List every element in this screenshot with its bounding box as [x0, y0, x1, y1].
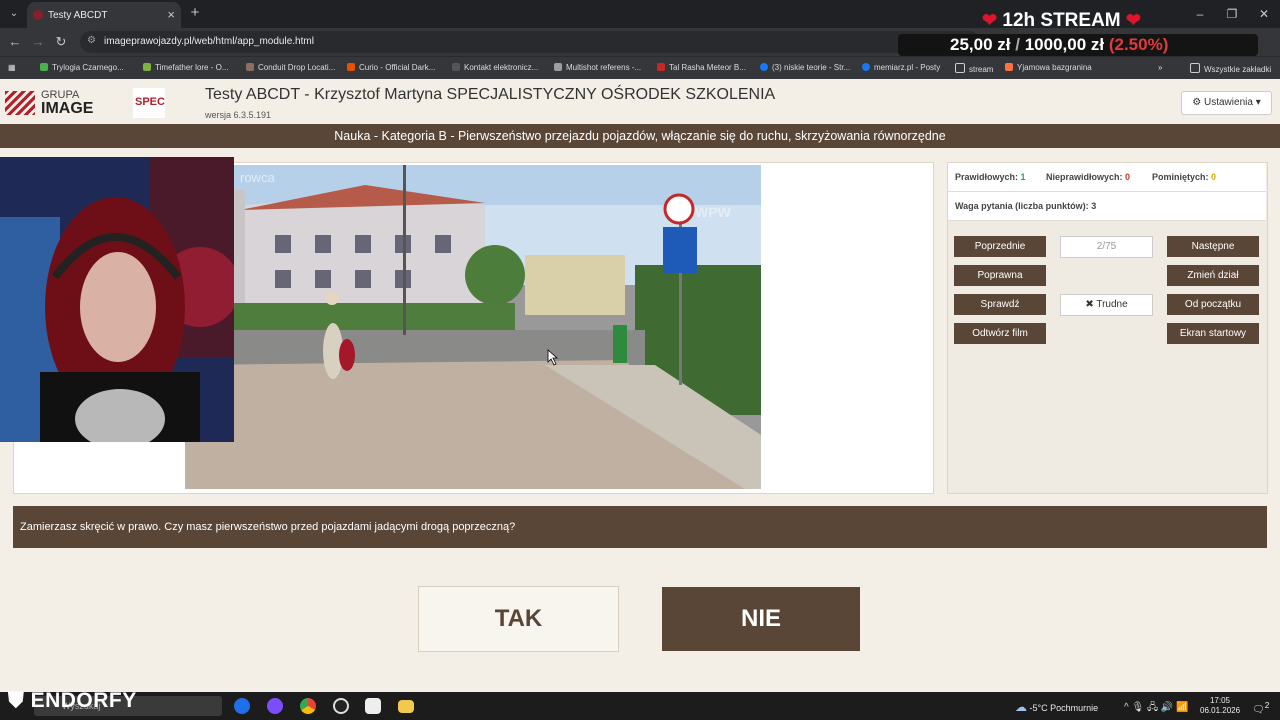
street-scene: rowca WPW [185, 165, 761, 489]
bookmark-favicon-icon [40, 63, 48, 71]
obs-icon[interactable] [333, 698, 349, 714]
cloud-icon: ☁ [1015, 700, 1027, 714]
question-text: Zamierzasz skręcić w prawo. Czy masz pie… [20, 521, 516, 533]
bookmark-favicon-icon [143, 63, 151, 71]
gears-icon: ⚙ [1192, 97, 1202, 108]
chevron-up-icon[interactable]: ^ [1124, 702, 1129, 713]
watermark-right: WPW [695, 204, 732, 220]
tab-title: Testy ABCDT [48, 10, 108, 21]
page-title: Testy ABCDT - Krzysztof Martyna SPECJALI… [205, 86, 776, 103]
new-tab-icon[interactable]: + [186, 4, 204, 22]
volume-icon[interactable]: 🔊 [1161, 702, 1173, 713]
play-film-button[interactable]: Odtwórz film [954, 323, 1046, 344]
previous-button[interactable]: Poprzednie [954, 236, 1046, 257]
tab-close-icon[interactable]: × [167, 7, 175, 22]
wifi-icon[interactable]: 📶 [1176, 702, 1188, 713]
stream-overlay: ❤ 12h STREAM ❤ 25,00 zł / 1000,00 zł (2.… [890, 4, 1280, 56]
taskbar-app-icon[interactable] [267, 698, 283, 714]
grupa-image-logo: GRUPA IMAGE [5, 89, 105, 119]
clock[interactable]: 17:05 06.01.2026 [1200, 696, 1240, 716]
caret-down-icon: ▾ [1255, 97, 1261, 108]
heart-icon: ❤ [1125, 10, 1141, 30]
category-bar: Nauka - Kategoria B - Pierwszeństwo prze… [0, 124, 1280, 148]
bookmark-item[interactable]: Yjamowa bazgranina [1005, 63, 1092, 72]
microphone-icon[interactable]: 🎙 [1131, 702, 1144, 713]
logo-text-bottom: IMAGE [41, 100, 94, 117]
bookmark-favicon-icon [246, 63, 254, 71]
bookmarks-bar: ▦ Trylogia Czarnego... Timefather lore -… [0, 56, 1280, 79]
tab-favicon-icon [33, 10, 43, 20]
bookmark-item[interactable]: Multishot referens -... [554, 63, 641, 72]
question-image: rowca WPW [185, 165, 761, 489]
system-tray: ^ 🎙 🖧 🔊 📶 [1124, 700, 1189, 717]
bookmark-favicon-icon [1005, 63, 1013, 71]
question-bar: Zamierzasz skręcić w prawo. Czy masz pie… [13, 506, 1267, 548]
notifications-icon[interactable]: 🗨2 [1252, 700, 1269, 715]
site-info-icon[interactable]: ⚙ [87, 35, 96, 46]
x-icon: ✖ [1085, 299, 1094, 310]
bookmark-item[interactable]: Kontakt elektronicz... [452, 63, 538, 72]
answer-no-button[interactable]: NIE [662, 587, 860, 651]
network-icon[interactable]: 🖧 [1147, 702, 1158, 713]
bookmark-favicon-icon [554, 63, 562, 71]
spec-logo: SPEC [133, 88, 165, 118]
bookmark-favicon-icon [657, 63, 665, 71]
question-counter: 2/75 [1060, 236, 1153, 258]
logo-stripes-icon [5, 91, 35, 115]
weather-widget[interactable]: ☁ -5°C Pochmurnie [1015, 700, 1098, 714]
from-start-button[interactable]: Od początku [1167, 294, 1259, 315]
bookmark-item[interactable]: Curio - Official Dark... [347, 63, 435, 72]
stream-title: ❤ 12h STREAM ❤ [982, 10, 1141, 31]
bookmark-item[interactable]: (3) niskie teorie - Str... [760, 63, 850, 72]
bookmark-item[interactable]: Conduit Drop Locati... [246, 63, 335, 72]
address-url: imageprawojazdy.pl/web/html/app_module.h… [104, 36, 314, 47]
endorfy-logo: ⛊ ENDORFY [8, 689, 137, 712]
settings-button[interactable]: ⚙ Ustawienia ▾ [1181, 91, 1272, 115]
difficult-button[interactable]: ✖ Trudne [1060, 294, 1153, 316]
back-icon[interactable]: ← [6, 33, 24, 51]
bookmark-item[interactable]: Tal Rasha Meteor B... [657, 63, 746, 72]
bookmarks-overflow-icon[interactable]: » [1158, 63, 1162, 72]
webcam-feed [0, 157, 234, 442]
watermark-left: rowca [240, 170, 275, 185]
bookmark-favicon-icon [347, 63, 355, 71]
bookmark-item[interactable]: Trylogia Czarnego... [40, 63, 124, 72]
reload-icon[interactable]: ↻ [52, 33, 70, 51]
question-weight-row: Waga pytania (liczba punktów): 3 [948, 192, 1266, 221]
answer-yes-button[interactable]: TAK [418, 586, 619, 652]
incorrect-stat: Nieprawidłowych: 0 [1046, 172, 1131, 182]
facebook-icon [862, 63, 870, 71]
donation-goal: 25,00 zł / 1000,00 zł (2.50%) [950, 35, 1169, 54]
tab-search-icon[interactable]: ⌄ [6, 6, 22, 22]
heart-icon: ❤ [982, 10, 998, 30]
forward-icon[interactable]: → [29, 33, 47, 51]
apps-icon[interactable]: ▦ [8, 63, 16, 72]
all-bookmarks[interactable]: Wszystkie zakładki [1190, 63, 1271, 74]
correct-stat: Prawidłowych: 1 [955, 172, 1026, 182]
taskbar-app-icon[interactable] [234, 698, 250, 714]
change-section-button[interactable]: Zmień dział [1167, 265, 1259, 286]
show-correct-button[interactable]: Poprawna [954, 265, 1046, 286]
start-screen-button[interactable]: Ekran startowy [1167, 323, 1259, 344]
taskbar-app-icon[interactable] [365, 698, 381, 714]
app-version: wersja 6.3.5.191 [205, 110, 272, 120]
webcam-overlay [0, 157, 234, 442]
question-weight: Waga pytania (liczba punktów): 3 [955, 201, 1097, 211]
endorfy-mark-icon: ⛊ [8, 689, 25, 712]
folder-icon [1190, 63, 1200, 73]
chrome-icon[interactable] [300, 698, 316, 714]
browser-tab[interactable]: Testy ABCDT × [27, 2, 181, 28]
file-explorer-icon[interactable] [398, 700, 414, 713]
bookmark-item[interactable]: Timefather lore - O... [143, 63, 229, 72]
bookmark-item[interactable]: memiarz.pl - Posty [862, 63, 940, 72]
stats-row: Prawidłowych: 1 Nieprawidłowych: 0 Pomin… [948, 163, 1266, 192]
folder-icon [955, 63, 965, 73]
bookmark-favicon-icon [452, 63, 460, 71]
address-bar[interactable]: ⚙ imageprawojazdy.pl/web/html/app_module… [80, 31, 980, 53]
next-button[interactable]: Następne [1167, 236, 1259, 257]
bookmark-folder[interactable]: stream [955, 63, 993, 74]
facebook-icon [760, 63, 768, 71]
skipped-stat: Pominiętych: 0 [1152, 172, 1217, 182]
check-button[interactable]: Sprawdź [954, 294, 1046, 315]
